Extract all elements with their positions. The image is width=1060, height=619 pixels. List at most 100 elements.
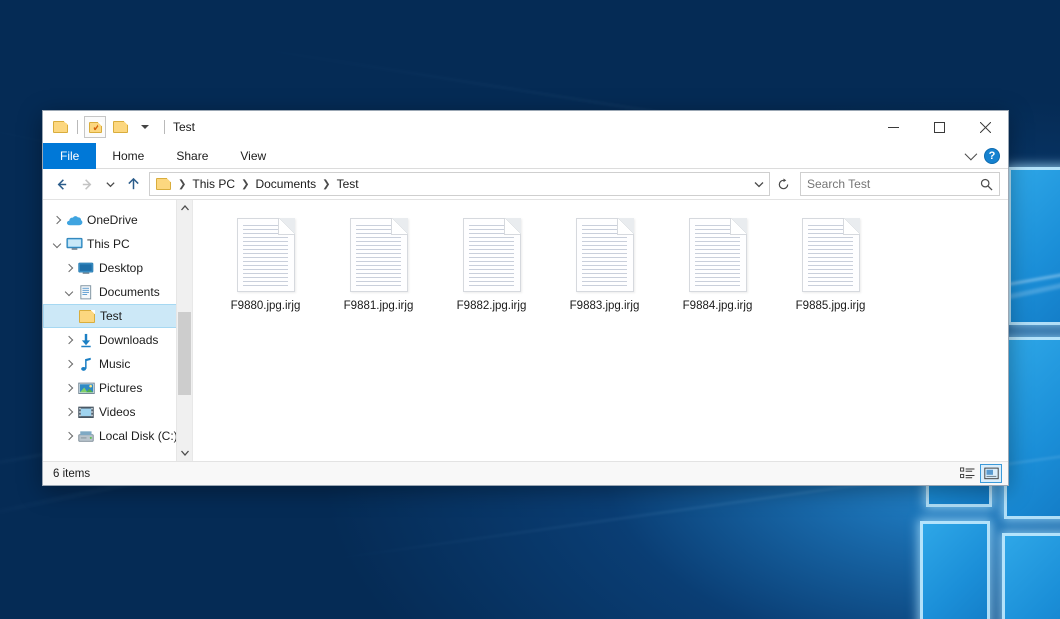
folder-icon — [78, 310, 96, 323]
list-item[interactable]: F9885.jpg.irjg — [774, 214, 887, 319]
chevron-down-icon[interactable] — [61, 289, 77, 295]
chevron-right-icon[interactable] — [61, 337, 77, 343]
file-explorer-window: ✓ Test — [42, 110, 1009, 486]
sidebar-item-label: Test — [100, 309, 122, 323]
recent-locations-button[interactable] — [101, 172, 119, 196]
sidebar-item-label: Videos — [99, 405, 135, 419]
chevron-right-icon[interactable] — [61, 385, 77, 391]
back-button[interactable] — [49, 172, 73, 196]
music-icon — [77, 357, 95, 372]
file-name: F9882.jpg.irjg — [455, 299, 529, 313]
sidebar-item-label: This PC — [87, 237, 130, 251]
breadcrumb-item-documents[interactable]: Documents — [252, 177, 319, 191]
window-title: Test — [173, 120, 195, 134]
tab-share[interactable]: Share — [160, 143, 224, 169]
search-box[interactable] — [800, 172, 1000, 196]
folder-icon[interactable] — [49, 116, 71, 138]
navigation-pane-scrollbar[interactable] — [176, 200, 192, 461]
navigation-pane: OneDrive This PC — [43, 200, 193, 461]
sidebar-item-desktop[interactable]: Desktop — [43, 256, 192, 280]
divider — [77, 120, 78, 134]
properties-icon[interactable]: ✓ — [84, 116, 106, 138]
sidebar-item-onedrive[interactable]: OneDrive — [43, 208, 192, 232]
chevron-right-icon[interactable] — [61, 265, 77, 271]
scroll-down-button[interactable] — [177, 445, 193, 461]
tab-view[interactable]: View — [224, 143, 282, 169]
disk-icon — [77, 430, 95, 443]
quick-access-toolbar: ✓ — [49, 116, 156, 138]
up-button[interactable] — [121, 172, 145, 196]
window-controls — [870, 111, 1008, 143]
chevron-down-icon[interactable] — [753, 178, 765, 190]
tab-file[interactable]: File — [43, 143, 96, 169]
sidebar-item-downloads[interactable]: Downloads — [43, 328, 192, 352]
generic-document-icon — [689, 218, 747, 292]
sidebar-item-label: Documents — [99, 285, 160, 299]
tab-home[interactable]: Home — [96, 143, 160, 169]
refresh-icon[interactable] — [774, 172, 792, 196]
generic-document-icon — [350, 218, 408, 292]
monitor-icon — [65, 237, 83, 251]
title-bar: ✓ Test — [43, 111, 1008, 143]
pictures-icon — [77, 382, 95, 395]
sidebar-item-label: Local Disk (C:) — [99, 429, 178, 443]
forward-button[interactable] — [75, 172, 99, 196]
file-name: F9884.jpg.irjg — [681, 299, 755, 313]
generic-document-icon — [576, 218, 634, 292]
address-bar: ❯ This PC ❯ Documents ❯ Test — [43, 169, 1008, 199]
sidebar-item-test[interactable]: Test — [43, 304, 192, 328]
large-icons-view-button[interactable] — [980, 464, 1002, 483]
sidebar-item-this-pc[interactable]: This PC — [43, 232, 192, 256]
chevron-down-icon[interactable] — [960, 147, 978, 165]
sidebar-item-local-disk-c[interactable]: Local Disk (C:) — [43, 424, 192, 448]
details-view-button[interactable] — [956, 464, 978, 483]
documents-icon — [77, 285, 95, 300]
scrollbar-thumb[interactable] — [178, 312, 191, 394]
file-name: F9881.jpg.irjg — [342, 299, 416, 313]
file-list-pane[interactable]: F9880.jpg.irjg F9881.jpg.irjg F9882.jpg.… — [193, 200, 1008, 461]
sidebar-item-label: Pictures — [99, 381, 142, 395]
help-button[interactable]: ? — [984, 148, 1000, 164]
sidebar-item-label: Desktop — [99, 261, 143, 275]
chevron-right-icon[interactable] — [49, 217, 65, 223]
folder-tree: OneDrive This PC — [43, 200, 192, 448]
cloud-icon — [65, 214, 83, 227]
breadcrumb-bar[interactable]: ❯ This PC ❯ Documents ❯ Test — [149, 172, 770, 196]
generic-document-icon — [237, 218, 295, 292]
list-item[interactable]: F9882.jpg.irjg — [435, 214, 548, 319]
search-icon[interactable] — [980, 178, 993, 191]
sidebar-item-music[interactable]: Music — [43, 352, 192, 376]
close-button[interactable] — [962, 111, 1008, 143]
maximize-button[interactable] — [916, 111, 962, 143]
list-item[interactable]: F9880.jpg.irjg — [209, 214, 322, 319]
ribbon-tab-strip: File Home Share View ? — [43, 143, 1008, 169]
list-item[interactable]: F9884.jpg.irjg — [661, 214, 774, 319]
chevron-right-icon[interactable] — [61, 433, 77, 439]
search-input[interactable] — [807, 177, 980, 191]
customize-dropdown-icon[interactable] — [134, 116, 156, 138]
breadcrumb-item-this-pc[interactable]: This PC — [189, 177, 238, 191]
new-folder-icon[interactable] — [109, 116, 131, 138]
file-name: F9885.jpg.irjg — [794, 299, 868, 313]
sidebar-item-videos[interactable]: Videos — [43, 400, 192, 424]
list-item[interactable]: F9883.jpg.irjg — [548, 214, 661, 319]
videos-icon — [77, 406, 95, 419]
breadcrumb-item-test[interactable]: Test — [334, 177, 362, 191]
sidebar-item-documents[interactable]: Documents — [43, 280, 192, 304]
breadcrumb: This PC ❯ Documents ❯ Test — [189, 177, 361, 191]
logo-pane — [920, 521, 990, 619]
minimize-button[interactable] — [870, 111, 916, 143]
breadcrumb-separator: ❯ — [319, 179, 333, 190]
chevron-right-icon[interactable] — [61, 409, 77, 415]
sidebar-item-pictures[interactable]: Pictures — [43, 376, 192, 400]
generic-document-icon — [802, 218, 860, 292]
window-body: OneDrive This PC — [43, 199, 1008, 461]
scroll-up-button[interactable] — [177, 200, 193, 216]
scrollbar-track[interactable] — [177, 216, 193, 445]
list-item[interactable]: F9881.jpg.irjg — [322, 214, 435, 319]
chevron-right-icon[interactable] — [61, 361, 77, 367]
generic-document-icon — [463, 218, 521, 292]
chevron-down-icon[interactable] — [49, 241, 65, 247]
download-icon — [77, 333, 95, 348]
desktop-icon — [77, 262, 95, 275]
